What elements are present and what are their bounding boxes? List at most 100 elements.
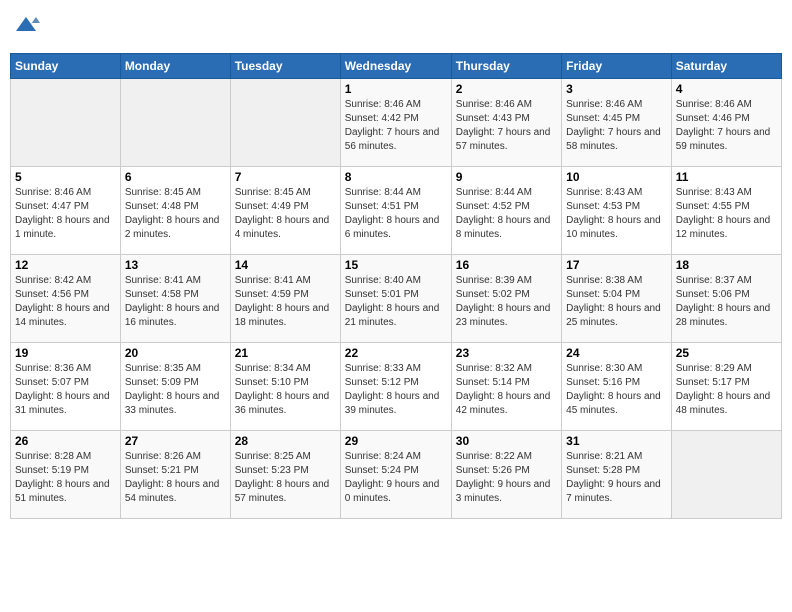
- day-number: 6: [125, 170, 226, 184]
- day-number: 14: [235, 258, 336, 272]
- calendar-cell: 18Sunrise: 8:37 AM Sunset: 5:06 PM Dayli…: [671, 254, 781, 342]
- weekday-header: Wednesday: [340, 53, 451, 78]
- day-info: Sunrise: 8:29 AM Sunset: 5:17 PM Dayligh…: [676, 362, 777, 418]
- day-info: Sunrise: 8:40 AM Sunset: 5:01 PM Dayligh…: [345, 274, 447, 330]
- day-info: Sunrise: 8:41 AM Sunset: 4:58 PM Dayligh…: [125, 274, 226, 330]
- weekday-header: Thursday: [451, 53, 561, 78]
- day-number: 12: [15, 258, 116, 272]
- day-number: 3: [566, 82, 667, 96]
- day-info: Sunrise: 8:24 AM Sunset: 5:24 PM Dayligh…: [345, 450, 447, 506]
- day-number: 9: [456, 170, 557, 184]
- calendar-cell: 12 Sunrise: 8:42 AM Sunset: 4:56 PM Dayli…: [11, 254, 121, 342]
- calendar-cell: 23 Sunrise: 8:32 AM Sunset: 5:14 PM Dayli…: [451, 342, 561, 430]
- day-info: Sunrise: 8:45 AM Sunset: 4:48 PM Dayligh…: [125, 186, 226, 242]
- day-number: 31: [566, 434, 667, 448]
- calendar-cell: 30Sunrise: 8:22 AM Sunset: 5:26 PM Dayli…: [451, 430, 561, 518]
- day-info: Sunrise: 8:36 AM Sunset: 5:07 PM Dayligh…: [15, 362, 116, 418]
- day-number: 5: [15, 170, 116, 184]
- day-info: Sunrise: 8:46 AM Sunset: 4:42 PM Dayligh…: [345, 98, 447, 154]
- day-number: 17: [566, 258, 667, 272]
- calendar-cell: 29 Sunrise: 8:24 AM Sunset: 5:24 PM Dayli…: [340, 430, 451, 518]
- calendar-cell: 31Sunrise: 8:21 AM Sunset: 5:28 PM Dayli…: [562, 430, 672, 518]
- day-number: 25: [676, 346, 777, 360]
- calendar-cell: [11, 78, 121, 166]
- day-info: Sunrise: 8:46 AM Sunset: 4:45 PM Dayligh…: [566, 98, 667, 154]
- logo: [10, 10, 42, 45]
- day-info: Sunrise: 8:41 AM Sunset: 4:59 PM Dayligh…: [235, 274, 336, 330]
- day-number: 26: [15, 434, 116, 448]
- calendar-cell: 27Sunrise: 8:26 AM Sunset: 5:21 PM Dayli…: [120, 430, 230, 518]
- calendar-cell: 5 Sunrise: 8:46 AM Sunset: 4:47 PM Daylig…: [11, 166, 121, 254]
- calendar-body: 1 Sunrise: 8:46 AM Sunset: 4:42 PM Daylig…: [11, 78, 782, 518]
- calendar-week-row: 19 Sunrise: 8:36 AM Sunset: 5:07 PM Dayli…: [11, 342, 782, 430]
- day-number: 4: [676, 82, 777, 96]
- day-number: 24: [566, 346, 667, 360]
- day-info: Sunrise: 8:39 AM Sunset: 5:02 PM Dayligh…: [456, 274, 557, 330]
- calendar-header-row: SundayMondayTuesdayWednesdayThursdayFrid…: [11, 53, 782, 78]
- day-number: 20: [125, 346, 226, 360]
- calendar-cell: 2 Sunrise: 8:46 AM Sunset: 4:43 PM Daylig…: [451, 78, 561, 166]
- weekday-header: Sunday: [11, 53, 121, 78]
- weekday-header: Tuesday: [230, 53, 340, 78]
- day-info: Sunrise: 8:32 AM Sunset: 5:14 PM Dayligh…: [456, 362, 557, 418]
- calendar-cell: 14 Sunrise: 8:41 AM Sunset: 4:59 PM Dayli…: [230, 254, 340, 342]
- day-number: 8: [345, 170, 447, 184]
- calendar-cell: 25 Sunrise: 8:29 AM Sunset: 5:17 PM Dayli…: [671, 342, 781, 430]
- day-info: Sunrise: 8:30 AM Sunset: 5:16 PM Dayligh…: [566, 362, 667, 418]
- day-number: 10: [566, 170, 667, 184]
- day-number: 15: [345, 258, 447, 272]
- calendar-cell: 13Sunrise: 8:41 AM Sunset: 4:58 PM Dayli…: [120, 254, 230, 342]
- day-number: 27: [125, 434, 226, 448]
- calendar-cell: 17Sunrise: 8:38 AM Sunset: 5:04 PM Dayli…: [562, 254, 672, 342]
- calendar-cell: 11Sunrise: 8:43 AM Sunset: 4:55 PM Dayli…: [671, 166, 781, 254]
- day-number: 2: [456, 82, 557, 96]
- calendar-cell: 20 Sunrise: 8:35 AM Sunset: 5:09 PM Dayli…: [120, 342, 230, 430]
- day-number: 19: [15, 346, 116, 360]
- calendar-cell: 26 Sunrise: 8:28 AM Sunset: 5:19 PM Dayli…: [11, 430, 121, 518]
- day-info: Sunrise: 8:45 AM Sunset: 4:49 PM Dayligh…: [235, 186, 336, 242]
- calendar-cell: 3 Sunrise: 8:46 AM Sunset: 4:45 PM Daylig…: [562, 78, 672, 166]
- calendar-cell: 15 Sunrise: 8:40 AM Sunset: 5:01 PM Dayli…: [340, 254, 451, 342]
- calendar-cell: 10 Sunrise: 8:43 AM Sunset: 4:53 PM Dayli…: [562, 166, 672, 254]
- calendar: SundayMondayTuesdayWednesdayThursdayFrid…: [10, 53, 782, 519]
- calendar-cell: [230, 78, 340, 166]
- calendar-cell: 4Sunrise: 8:46 AM Sunset: 4:46 PM Daylig…: [671, 78, 781, 166]
- day-info: Sunrise: 8:43 AM Sunset: 4:55 PM Dayligh…: [676, 186, 777, 242]
- day-number: 23: [456, 346, 557, 360]
- calendar-week-row: 5 Sunrise: 8:46 AM Sunset: 4:47 PM Daylig…: [11, 166, 782, 254]
- weekday-header: Friday: [562, 53, 672, 78]
- calendar-cell: 8 Sunrise: 8:44 AM Sunset: 4:51 PM Daylig…: [340, 166, 451, 254]
- day-info: Sunrise: 8:44 AM Sunset: 4:52 PM Dayligh…: [456, 186, 557, 242]
- day-info: Sunrise: 8:46 AM Sunset: 4:43 PM Dayligh…: [456, 98, 557, 154]
- calendar-cell: 6 Sunrise: 8:45 AM Sunset: 4:48 PM Daylig…: [120, 166, 230, 254]
- day-info: Sunrise: 8:44 AM Sunset: 4:51 PM Dayligh…: [345, 186, 447, 242]
- day-number: 16: [456, 258, 557, 272]
- day-number: 28: [235, 434, 336, 448]
- day-info: Sunrise: 8:35 AM Sunset: 5:09 PM Dayligh…: [125, 362, 226, 418]
- calendar-cell: 24 Sunrise: 8:30 AM Sunset: 5:16 PM Dayli…: [562, 342, 672, 430]
- day-info: Sunrise: 8:46 AM Sunset: 4:47 PM Dayligh…: [15, 186, 116, 242]
- calendar-cell: 22 Sunrise: 8:33 AM Sunset: 5:12 PM Dayli…: [340, 342, 451, 430]
- day-info: Sunrise: 8:22 AM Sunset: 5:26 PM Dayligh…: [456, 450, 557, 506]
- calendar-week-row: 12 Sunrise: 8:42 AM Sunset: 4:56 PM Dayli…: [11, 254, 782, 342]
- day-number: 18: [676, 258, 777, 272]
- day-info: Sunrise: 8:33 AM Sunset: 5:12 PM Dayligh…: [345, 362, 447, 418]
- page-header: [10, 10, 782, 45]
- day-number: 22: [345, 346, 447, 360]
- calendar-week-row: 26 Sunrise: 8:28 AM Sunset: 5:19 PM Dayli…: [11, 430, 782, 518]
- day-info: Sunrise: 8:28 AM Sunset: 5:19 PM Dayligh…: [15, 450, 116, 506]
- day-info: Sunrise: 8:42 AM Sunset: 4:56 PM Dayligh…: [15, 274, 116, 330]
- calendar-week-row: 1 Sunrise: 8:46 AM Sunset: 4:42 PM Daylig…: [11, 78, 782, 166]
- weekday-header: Monday: [120, 53, 230, 78]
- calendar-cell: 19 Sunrise: 8:36 AM Sunset: 5:07 PM Dayli…: [11, 342, 121, 430]
- day-info: Sunrise: 8:43 AM Sunset: 4:53 PM Dayligh…: [566, 186, 667, 242]
- logo-icon: [12, 10, 42, 40]
- day-number: 21: [235, 346, 336, 360]
- day-info: Sunrise: 8:25 AM Sunset: 5:23 PM Dayligh…: [235, 450, 336, 506]
- day-number: 29: [345, 434, 447, 448]
- day-number: 1: [345, 82, 447, 96]
- day-info: Sunrise: 8:34 AM Sunset: 5:10 PM Dayligh…: [235, 362, 336, 418]
- calendar-cell: 16 Sunrise: 8:39 AM Sunset: 5:02 PM Dayli…: [451, 254, 561, 342]
- calendar-cell: 21 Sunrise: 8:34 AM Sunset: 5:10 PM Dayli…: [230, 342, 340, 430]
- calendar-cell: 28 Sunrise: 8:25 AM Sunset: 5:23 PM Dayli…: [230, 430, 340, 518]
